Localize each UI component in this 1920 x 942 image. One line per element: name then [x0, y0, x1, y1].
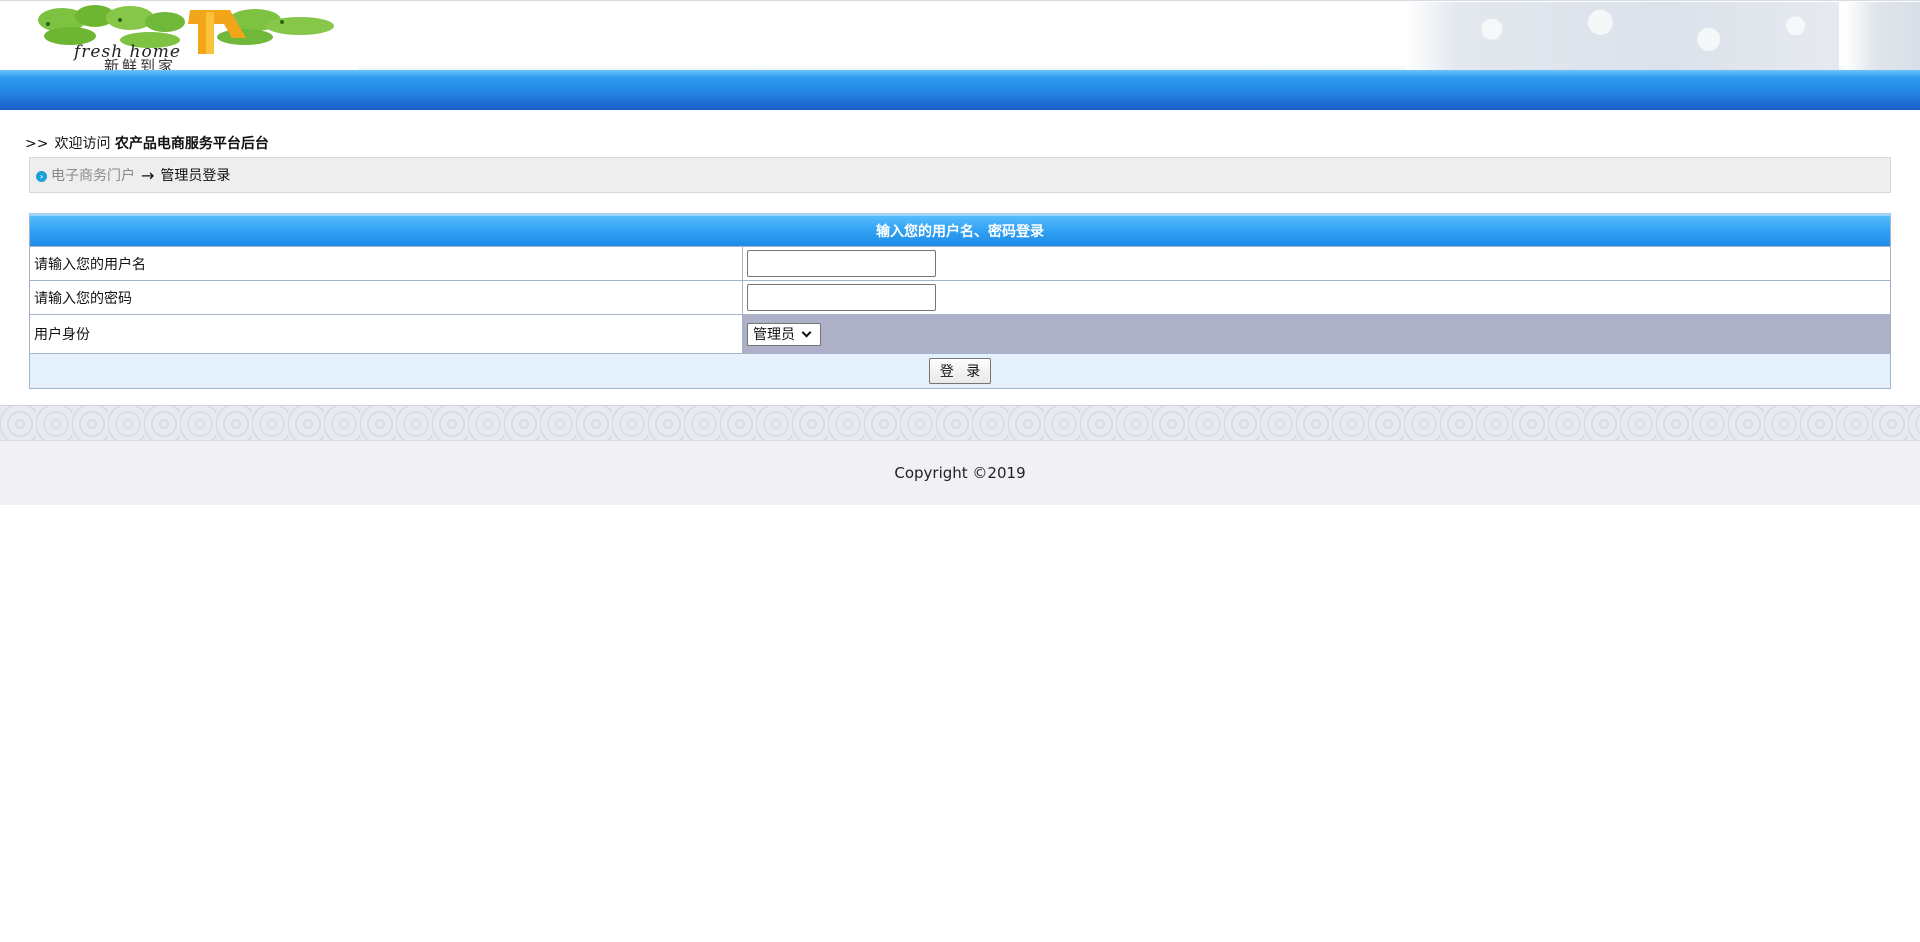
- chevron-right-circle-icon: ›: [36, 171, 47, 182]
- role-label: 用户身份: [30, 315, 743, 353]
- footer-pattern-decoration: [0, 405, 1920, 440]
- breadcrumb-home-link[interactable]: 电子商务门户: [51, 165, 135, 185]
- welcome-text: >> 欢迎访问 农产品电商服务平台后台: [25, 133, 269, 153]
- login-button[interactable]: 登 录: [928, 358, 992, 384]
- logo-caption: 新鲜到家: [104, 57, 177, 70]
- username-row: 请输入您的用户名: [30, 246, 1890, 280]
- password-cell: [743, 281, 1890, 314]
- submit-row: 登 录: [30, 353, 1890, 388]
- copyright-text: Copyright ©2019: [894, 464, 1026, 482]
- welcome-prefix: 欢迎访问: [54, 136, 111, 152]
- site-name: 农产品电商服务平台后台: [114, 136, 269, 152]
- cloud-pattern-decoration: [1405, 2, 1839, 70]
- welcome-arrows: >>: [25, 136, 49, 152]
- role-select-value: 管理员: [753, 327, 795, 343]
- login-form: 输入您的用户名、密码登录 请输入您的用户名 请输入您的密码 用户身份 管理员 登…: [29, 213, 1891, 389]
- password-row: 请输入您的密码: [30, 280, 1890, 314]
- login-form-title: 输入您的用户名、密码登录: [30, 216, 1890, 246]
- username-label: 请输入您的用户名: [30, 247, 743, 280]
- password-label: 请输入您的密码: [30, 281, 743, 314]
- username-input[interactable]: [747, 250, 936, 277]
- site-logo[interactable]: fresh home 新鲜到家: [0, 2, 358, 70]
- breadcrumb-arrow: →: [141, 165, 155, 185]
- password-input[interactable]: [747, 284, 936, 311]
- page-footer: Copyright ©2019: [0, 440, 1920, 505]
- role-select[interactable]: 管理员: [747, 322, 821, 346]
- page-header: fresh home 新鲜到家: [0, 0, 1920, 71]
- chevron-down-icon: [801, 327, 812, 337]
- breadcrumb: › 电子商务门户 → 管理员登录: [29, 157, 1891, 193]
- role-row: 用户身份 管理员: [30, 314, 1890, 353]
- breadcrumb-current: 管理员登录: [160, 168, 231, 184]
- nav-bar: [0, 70, 1920, 110]
- role-cell: 管理员: [743, 315, 1890, 353]
- username-cell: [743, 247, 1890, 280]
- cloud-pattern-decoration-edge: [1845, 2, 1920, 70]
